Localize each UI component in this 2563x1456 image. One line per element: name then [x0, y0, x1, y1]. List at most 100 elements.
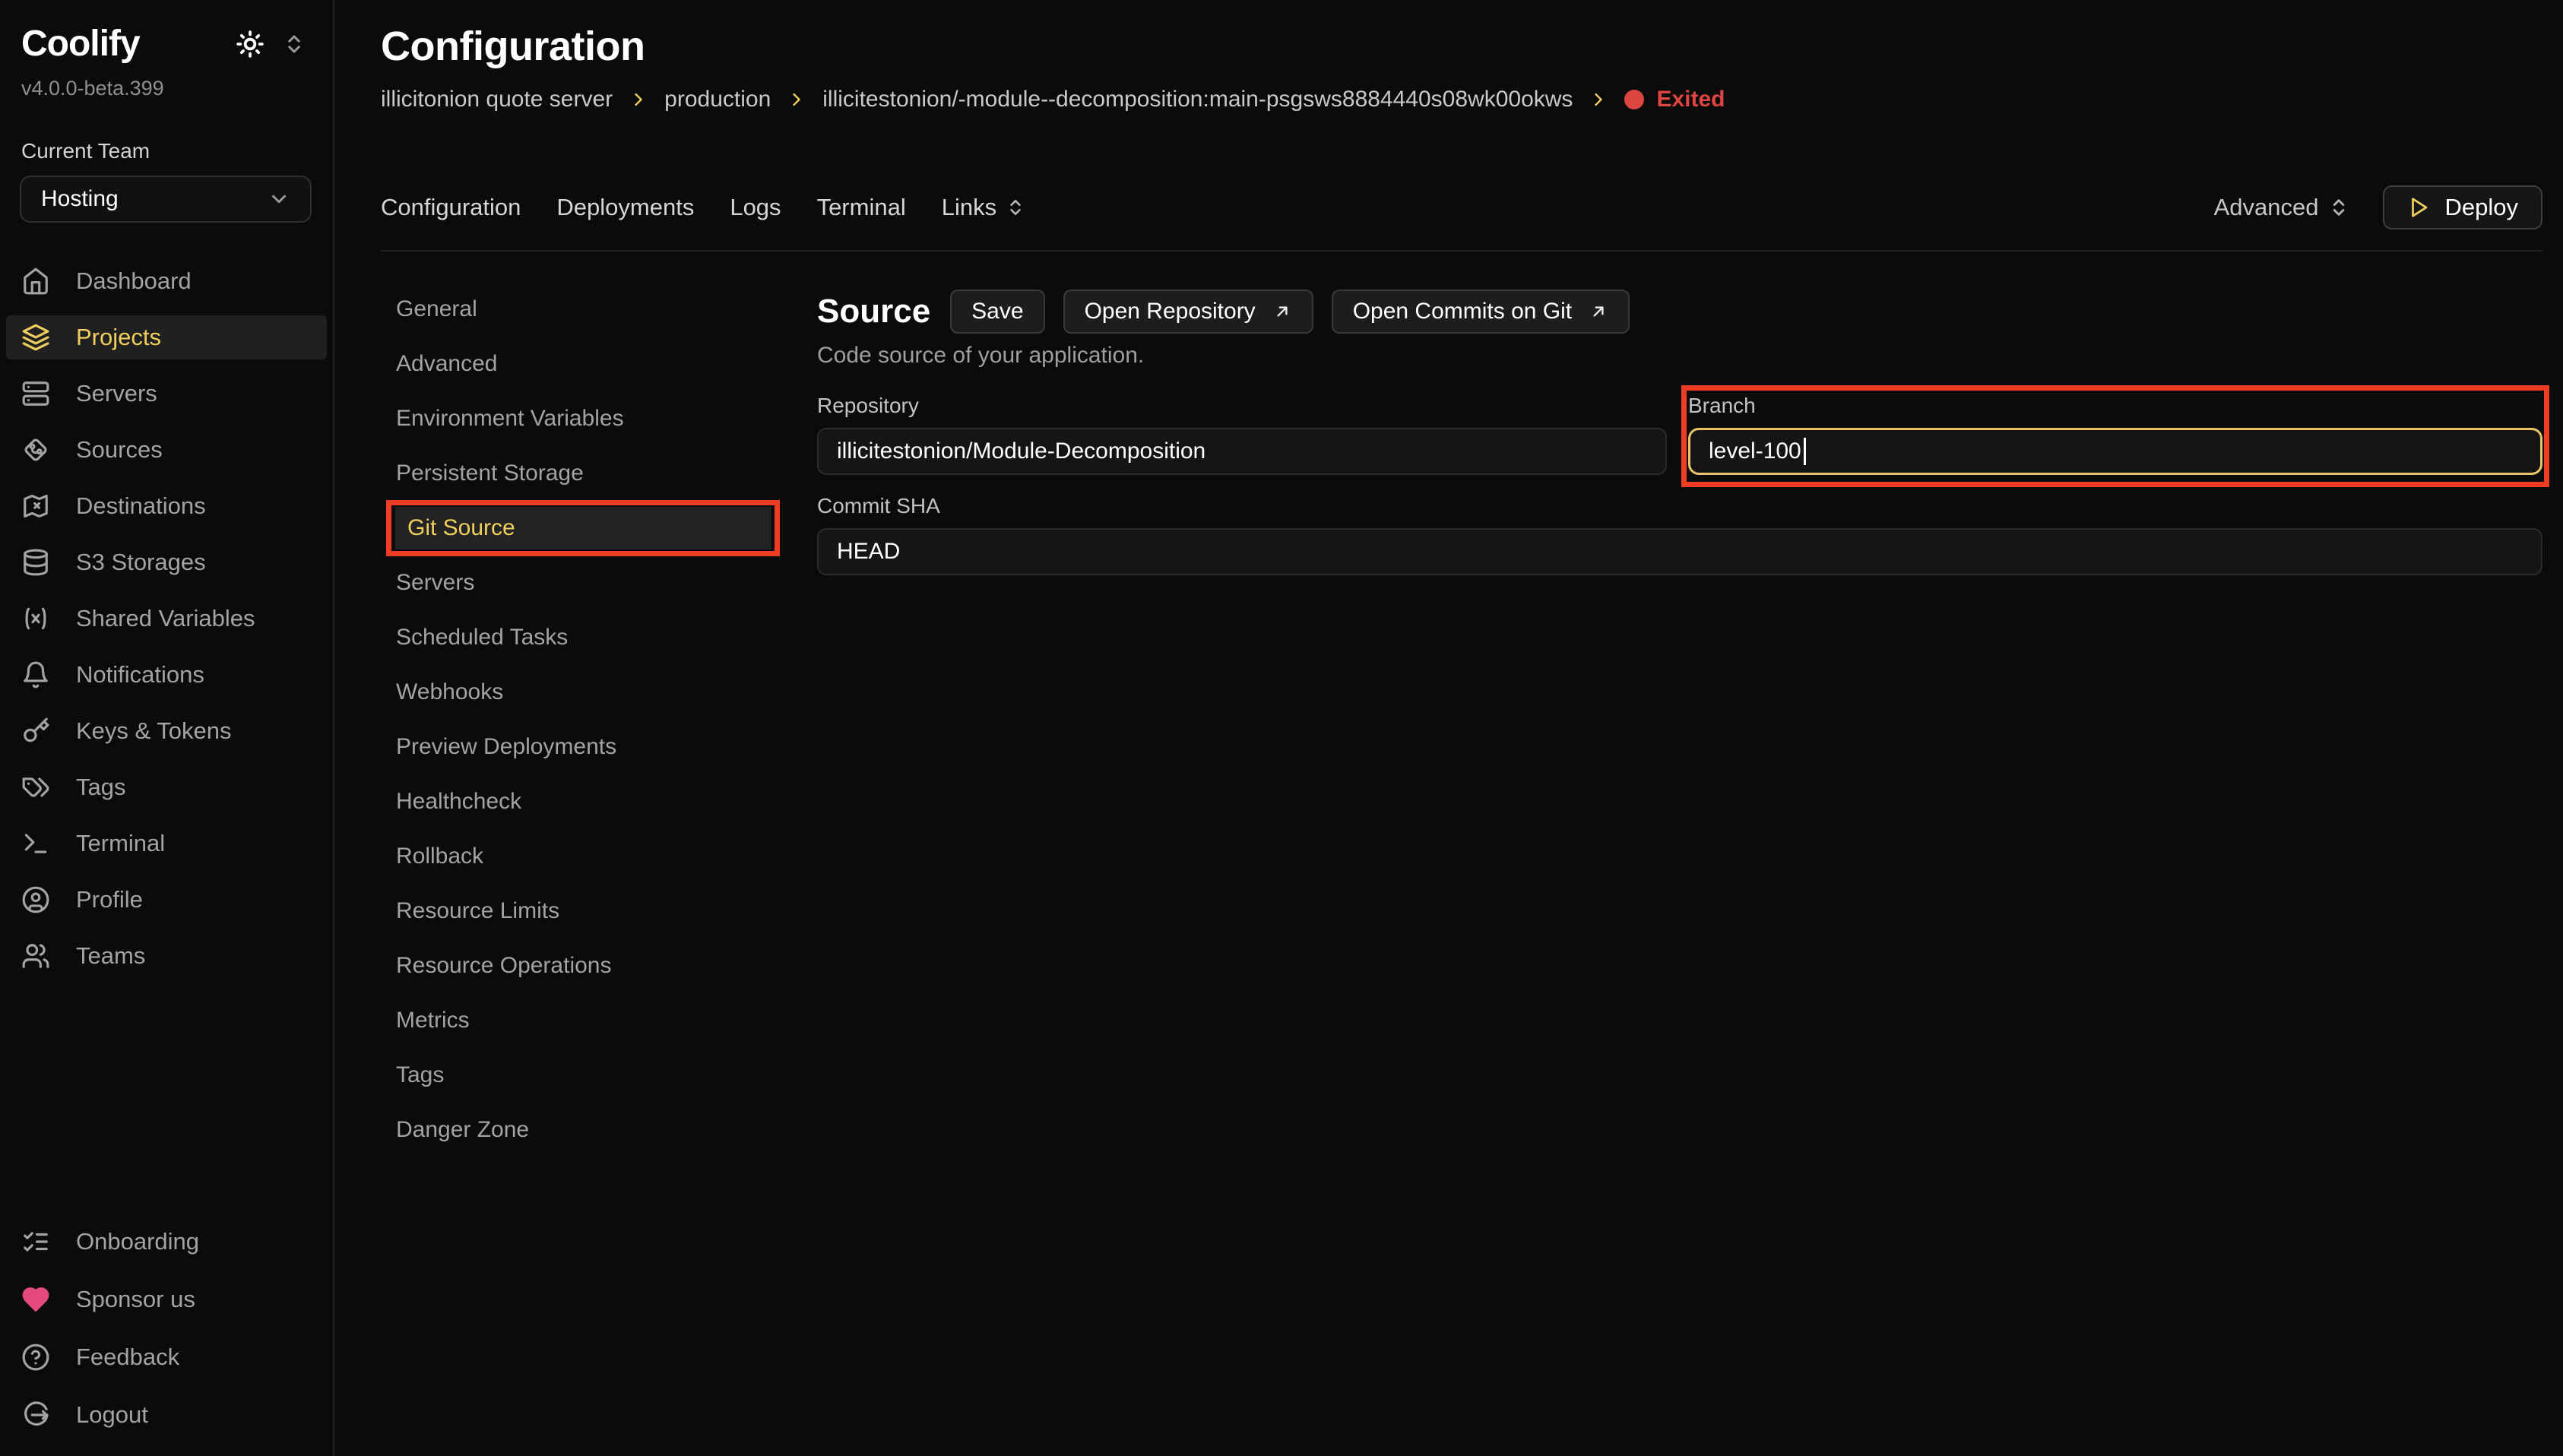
- subnav-item-label: Metrics: [381, 1008, 470, 1033]
- user-circle-icon: [21, 885, 50, 914]
- sidebar: Coolify v4.0.0-beta.399 Current Team Hos…: [0, 0, 334, 1456]
- subnav-item-label: Danger Zone: [381, 1117, 529, 1143]
- heart-icon: [21, 1285, 50, 1314]
- open-commits-button[interactable]: Open Commits on Git: [1332, 290, 1630, 334]
- sidebar-item-feedback[interactable]: Feedback: [6, 1335, 327, 1379]
- theme-sun-icon[interactable]: [236, 30, 265, 59]
- sidebar-item-keys-tokens[interactable]: Keys & Tokens: [6, 709, 327, 753]
- sidebar-item-s3-storages[interactable]: S3 Storages: [6, 540, 327, 584]
- subnav-item-healthcheck[interactable]: Healthcheck: [381, 774, 780, 829]
- advanced-label: Advanced: [2214, 194, 2319, 221]
- checklist-icon: [21, 1227, 50, 1256]
- subnav-item-rollback[interactable]: Rollback: [381, 829, 780, 884]
- page-title: Configuration: [381, 23, 2542, 70]
- tab-label: Terminal: [817, 194, 906, 221]
- subnav-item-label: Git Source: [395, 507, 771, 549]
- open-repository-button[interactable]: Open Repository: [1063, 290, 1313, 334]
- tab-logs[interactable]: Logs: [730, 194, 781, 221]
- sidebar-item-teams[interactable]: Teams: [6, 934, 327, 978]
- subnav-item-preview-deployments[interactable]: Preview Deployments: [381, 720, 780, 774]
- sidebar-item-label: Tags: [76, 774, 125, 801]
- chevron-right-icon: [1588, 89, 1609, 110]
- tab-deployments[interactable]: Deployments: [556, 194, 694, 221]
- chevron-right-icon: [786, 89, 807, 110]
- commit-sha-field-group: Commit SHA HEAD: [817, 494, 2542, 575]
- sidebar-item-notifications[interactable]: Notifications: [6, 653, 327, 697]
- team-select[interactable]: Hosting: [20, 176, 312, 223]
- subnav-item-label: Rollback: [381, 844, 483, 869]
- subnav-item-scheduled-tasks[interactable]: Scheduled Tasks: [381, 610, 780, 665]
- subnav-item-label: Preview Deployments: [381, 734, 616, 760]
- sidebar-item-destinations[interactable]: Destinations: [6, 484, 327, 528]
- breadcrumb-item[interactable]: illicitestonion/-module--decomposition:m…: [822, 87, 1573, 112]
- sidebar-item-label: Sponsor us: [76, 1286, 195, 1313]
- variables-icon: [21, 604, 50, 633]
- subnav-item-advanced[interactable]: Advanced: [381, 337, 780, 391]
- sidebar-item-dashboard[interactable]: Dashboard: [6, 259, 327, 303]
- status-label: Exited: [1656, 87, 1725, 112]
- subnav-item-label: Persistent Storage: [381, 461, 584, 486]
- sidebar-item-label: Onboarding: [76, 1228, 199, 1255]
- subnav-item-git-source[interactable]: Git Source: [381, 501, 780, 555]
- branch-value: level-100: [1709, 438, 1801, 464]
- tab-terminal[interactable]: Terminal: [817, 194, 906, 221]
- subnav-item-resource-limits[interactable]: Resource Limits: [381, 884, 780, 938]
- repository-input[interactable]: illicitestonion/Module-Decomposition: [817, 428, 1667, 475]
- sidebar-header: Coolify: [0, 23, 333, 65]
- sidebar-item-profile[interactable]: Profile: [6, 878, 327, 922]
- subnav-item-label: Webhooks: [381, 679, 503, 705]
- subnav-item-general[interactable]: General: [381, 282, 780, 337]
- status-dot: [1624, 90, 1644, 109]
- save-button[interactable]: Save: [950, 290, 1044, 334]
- subnav-item-label: Environment Variables: [381, 406, 624, 432]
- subnav-item-metrics[interactable]: Metrics: [381, 993, 780, 1048]
- open-repository-label: Open Repository: [1085, 299, 1256, 324]
- sidebar-item-shared-variables[interactable]: Shared Variables: [6, 597, 327, 641]
- tab-configuration[interactable]: Configuration: [381, 194, 521, 221]
- commit-sha-input[interactable]: HEAD: [817, 528, 2542, 575]
- sidebar-item-logout[interactable]: Logout: [6, 1393, 327, 1437]
- app-logo[interactable]: Coolify: [21, 23, 140, 65]
- sidebar-item-onboarding[interactable]: Onboarding: [6, 1220, 327, 1264]
- users-icon: [21, 942, 50, 970]
- deploy-label: Deploy: [2445, 194, 2519, 221]
- sidebar-item-terminal[interactable]: Terminal: [6, 821, 327, 866]
- subnav-item-environment-variables[interactable]: Environment Variables: [381, 391, 780, 446]
- subnav-item-persistent-storage[interactable]: Persistent Storage: [381, 446, 780, 501]
- branch-field-group: Branch level-100: [1688, 394, 2542, 475]
- sidebar-item-tags[interactable]: Tags: [6, 765, 327, 809]
- branch-label: Branch: [1688, 394, 2542, 418]
- external-link-icon: [1589, 302, 1608, 321]
- subnav-item-servers[interactable]: Servers: [381, 555, 780, 610]
- tab-links[interactable]: Links: [942, 194, 1025, 221]
- theme-switcher-chevrons-icon[interactable]: [283, 33, 306, 55]
- subnav-item-resource-operations[interactable]: Resource Operations: [381, 938, 780, 993]
- subnav-item-danger-zone[interactable]: Danger Zone: [381, 1103, 780, 1157]
- open-commits-label: Open Commits on Git: [1353, 299, 1572, 324]
- breadcrumb-item[interactable]: production: [664, 87, 771, 112]
- settings-subnav: GeneralAdvanced Environment Variables Pers…: [381, 282, 780, 1157]
- subnav-item-tags[interactable]: Tags: [381, 1048, 780, 1103]
- sidebar-item-label: Terminal: [76, 830, 165, 857]
- deploy-button[interactable]: Deploy: [2383, 185, 2543, 229]
- advanced-menu[interactable]: Advanced: [2214, 194, 2349, 221]
- sidebar-item-sponsor-us[interactable]: Sponsor us: [6, 1277, 327, 1321]
- sidebar-item-projects[interactable]: Projects: [6, 315, 327, 359]
- logout-icon: [21, 1401, 50, 1429]
- subnav-item-label: Servers: [381, 570, 474, 596]
- save-label: Save: [971, 299, 1023, 324]
- section-description: Code source of your application.: [817, 343, 2542, 369]
- chevron-down-icon: [268, 188, 290, 210]
- app-version: v4.0.0-beta.399: [0, 77, 333, 100]
- field-grid: Repository illicitestonion/Module-Decomp…: [817, 394, 2542, 475]
- subnav-item-webhooks[interactable]: Webhooks: [381, 665, 780, 720]
- sidebar-item-servers[interactable]: Servers: [6, 372, 327, 416]
- chevrons-up-down-icon: [1006, 198, 1025, 217]
- sidebar-item-sources[interactable]: Sources: [6, 428, 327, 472]
- sidebar-item-label: S3 Storages: [76, 549, 206, 576]
- git-source-icon: [21, 435, 50, 464]
- branch-input[interactable]: level-100: [1688, 428, 2542, 475]
- sidebar-nav: Dashboard Projects Servers Sources Destinati…: [0, 259, 333, 978]
- home-icon: [21, 267, 50, 296]
- breadcrumb-item[interactable]: illicitonion quote server: [381, 87, 613, 112]
